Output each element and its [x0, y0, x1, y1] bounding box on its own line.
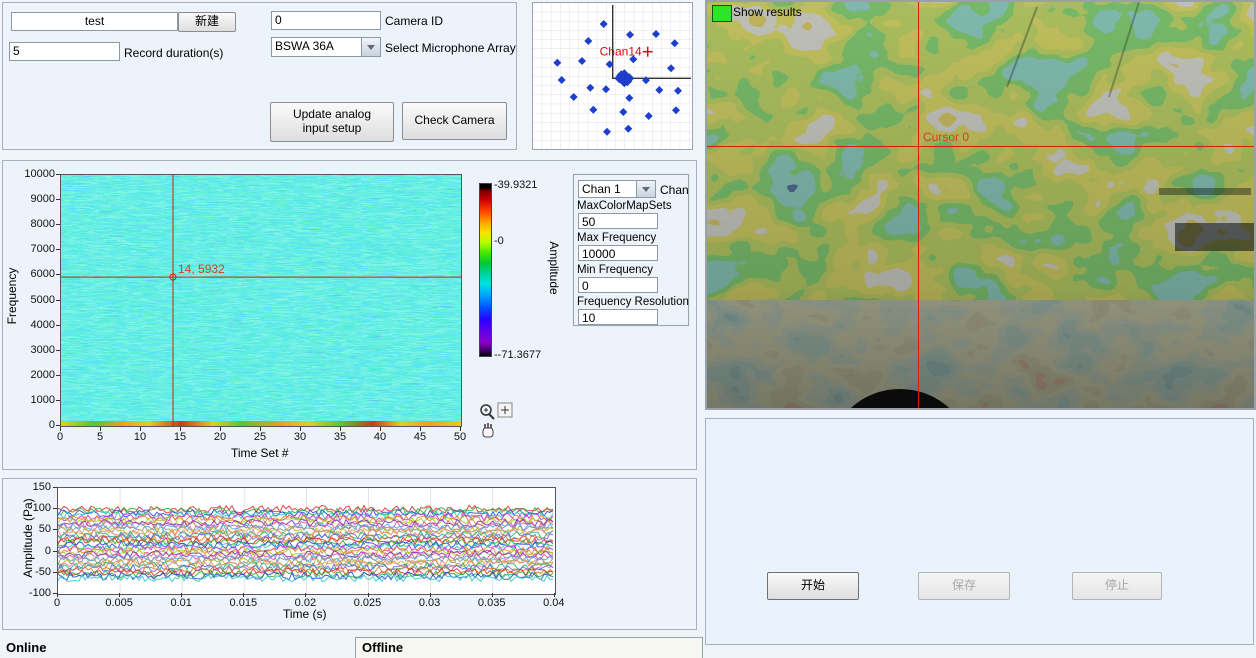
tick-label: 7000 — [11, 243, 55, 255]
tick-label: 15 — [170, 431, 190, 443]
mic-array-scatter: Chan14 — [533, 3, 692, 149]
tick-label: 30 — [290, 431, 310, 443]
camera-cursor-label: Cursor 0 — [923, 130, 969, 144]
tick-label: 9000 — [11, 193, 55, 205]
frequency-resolution-label: Frequency Resolution — [577, 296, 689, 308]
record-duration-label: Record duration(s) — [124, 46, 223, 60]
max-frequency-input[interactable]: 10000 — [578, 245, 658, 261]
action-panel: 开始 保存 停止 — [705, 418, 1254, 645]
chan-label: Chan — [660, 183, 689, 197]
spectrogram-image — [61, 175, 461, 426]
update-analog-input-button[interactable]: Update analog input setup — [270, 102, 394, 142]
offline-status-box: Offline — [355, 637, 703, 658]
tick-label: 10 — [130, 431, 150, 443]
check-camera-button[interactable]: Check Camera — [402, 102, 507, 140]
chan-select-value: Chan 1 — [579, 181, 636, 197]
mic-array-select[interactable]: BSWA 36A — [271, 37, 381, 57]
pan-hand-icon — [483, 423, 493, 437]
maxcolormapsets-label: MaxColorMapSets — [577, 200, 672, 212]
cursor-tool-icon — [498, 403, 512, 417]
tick-label: 0.035 — [474, 597, 510, 609]
tick-label: 40 — [370, 431, 390, 443]
tick-label: 20 — [210, 431, 230, 443]
colorbar-mid-label: -0 — [494, 235, 504, 247]
tick-label: 0 — [50, 431, 70, 443]
mic-array-label: Select Microphone Array — [385, 41, 516, 55]
tick-label: 1000 — [11, 394, 55, 406]
colorbar-title: Amplitude — [547, 233, 561, 303]
tick-label: 25 — [250, 431, 270, 443]
waveform-ylabel: Amplitude (Pa) — [21, 493, 35, 583]
tick-label: 0.025 — [350, 597, 386, 609]
tick-label: 0.015 — [225, 597, 261, 609]
setup-panel: test 新建 5 Record duration(s) 0 Camera ID… — [2, 2, 517, 150]
camera-cursor-hline[interactable] — [707, 146, 1254, 147]
waveform-panel: 150100500-50-100 00.0050.010.0150.020.02… — [2, 478, 697, 630]
show-results-label: Show results — [733, 5, 802, 19]
colorbar-max-label: -39.9321 — [494, 179, 537, 191]
colorbar-min-label: --71.3677 — [494, 349, 541, 361]
record-duration-input[interactable]: 5 — [9, 42, 120, 61]
waveform-traces — [58, 488, 555, 594]
analysis-controls-cluster: Chan 1 Chan MaxColorMapSets 50 Max Frequ… — [573, 174, 689, 326]
tick-label: 0.03 — [412, 597, 448, 609]
max-frequency-label: Max Frequency — [577, 232, 656, 244]
camera-view[interactable]: Cursor 0 Show results — [705, 0, 1256, 410]
camera-cursor-vline[interactable] — [918, 2, 919, 408]
acoustic-heatmap-overlay — [707, 2, 1254, 408]
min-frequency-input[interactable]: 0 — [578, 277, 658, 293]
camera-id-input[interactable]: 0 — [271, 11, 381, 30]
maxcolormapsets-input[interactable]: 50 — [578, 213, 658, 229]
spectrogram-plot[interactable]: 14, 5932 — [60, 174, 462, 427]
chevron-down-icon[interactable] — [361, 38, 380, 56]
save-button[interactable]: 保存 — [918, 572, 1010, 600]
frequency-resolution-input[interactable]: 10 — [578, 309, 658, 325]
tick-label: 35 — [330, 431, 350, 443]
amplitude-colorbar — [479, 183, 492, 357]
tick-label: 10000 — [11, 168, 55, 180]
spectrogram-ylabel: Frequency — [5, 261, 19, 331]
tick-label: 2000 — [11, 369, 55, 381]
tick-label: 50 — [450, 431, 470, 443]
chan-select[interactable]: Chan 1 — [578, 180, 656, 198]
graph-palette[interactable] — [476, 401, 516, 443]
zoom-icon — [481, 405, 494, 419]
online-status-label: Online — [6, 640, 46, 655]
tick-label: 0 — [11, 419, 55, 431]
camera-id-label: Camera ID — [385, 14, 443, 28]
stop-button[interactable]: 停止 — [1072, 572, 1162, 600]
start-button[interactable]: 开始 — [767, 572, 859, 600]
spectrogram-xlabel: Time Set # — [231, 446, 289, 460]
acoustic-camera-app: test 新建 5 Record duration(s) 0 Camera ID… — [0, 0, 1256, 658]
tick-label: 8000 — [11, 218, 55, 230]
spectrogram-panel: 14, 5932 1000090008000700060005000400030… — [2, 160, 697, 470]
tick-label: 5 — [90, 431, 110, 443]
tick-label: 0 — [39, 597, 75, 609]
waveform-xlabel: Time (s) — [283, 607, 327, 621]
session-name-input[interactable]: test — [11, 12, 178, 31]
tick-label: 3000 — [11, 344, 55, 356]
min-frequency-label: Min Frequency — [577, 264, 653, 276]
show-results-checkbox[interactable] — [712, 5, 732, 22]
tick-label: 45 — [410, 431, 430, 443]
chevron-down-icon[interactable] — [636, 181, 655, 197]
tick-label: 0.01 — [163, 597, 199, 609]
mic-array-value: BSWA 36A — [272, 38, 361, 56]
svg-text:Chan14: Chan14 — [600, 45, 642, 59]
new-session-button[interactable]: 新建 — [178, 12, 236, 32]
mic-array-plot[interactable]: Chan14 — [532, 2, 693, 150]
waveform-plot[interactable] — [57, 487, 556, 595]
tick-label: 150 — [17, 481, 51, 493]
tick-label: 0.04 — [536, 597, 572, 609]
spectrogram-cursor-label: 14, 5932 — [178, 262, 225, 276]
tick-label: 0.005 — [101, 597, 137, 609]
